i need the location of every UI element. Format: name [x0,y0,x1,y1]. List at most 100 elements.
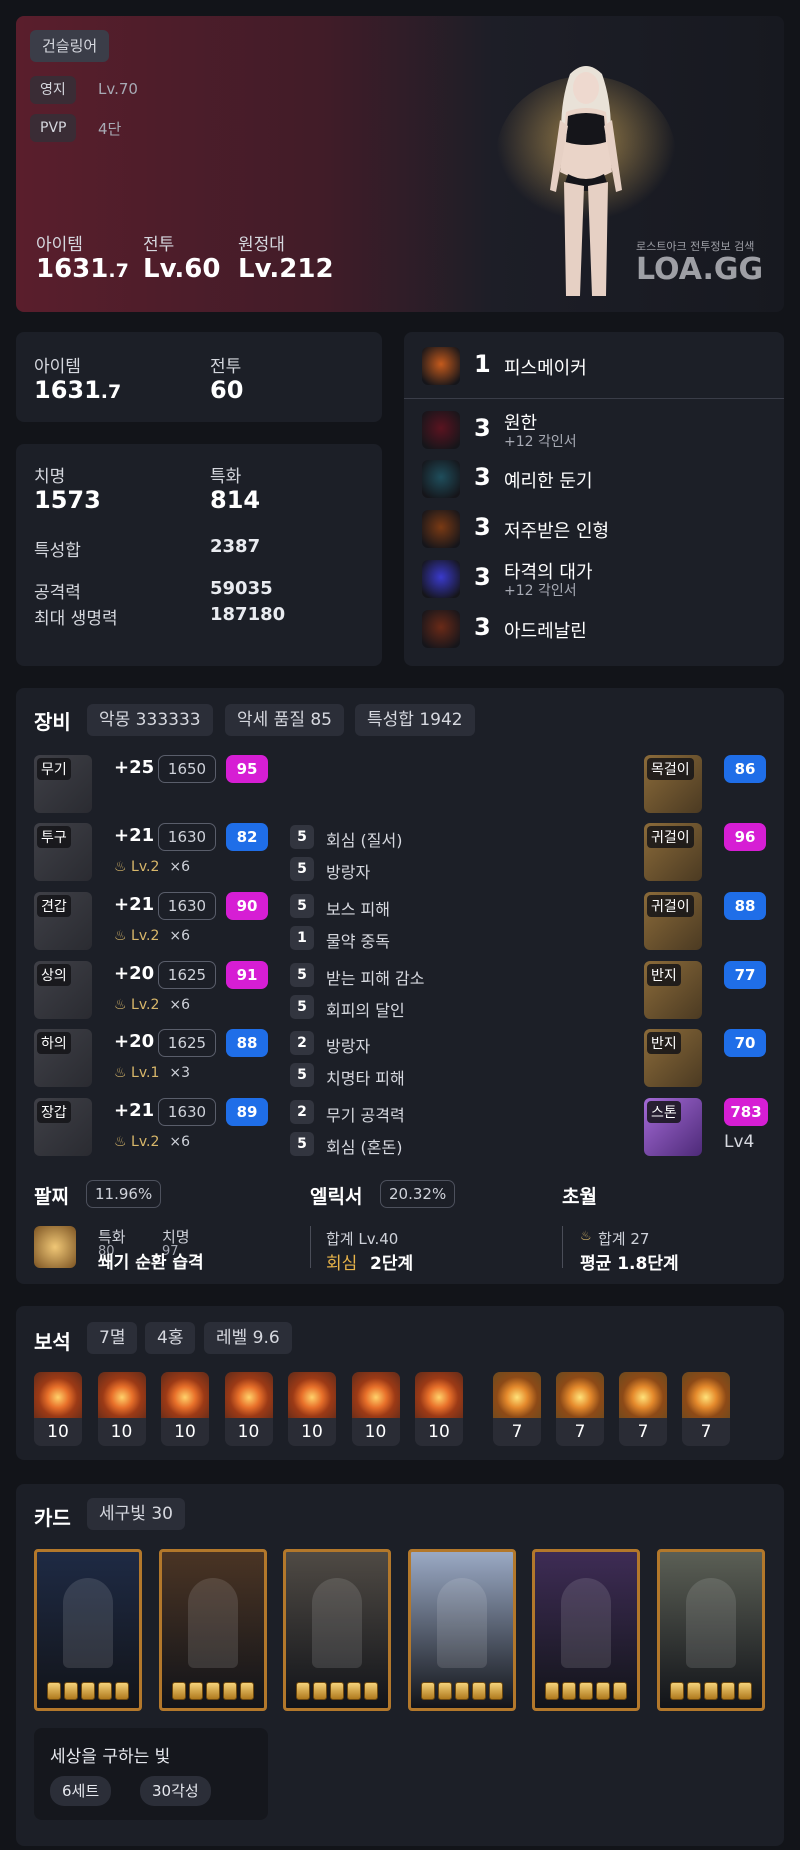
card-angel[interactable] [407,1549,516,1711]
elixir-option-level: 2 [290,1100,314,1124]
gem-chip-annihilation: 7멸 [87,1322,138,1354]
accessory-quality-badge: 86 [724,755,766,783]
gear-elixir: ♨ Lv.2 ×6 [114,928,190,944]
gear-upgrade: +21 [114,825,155,846]
elixir-option-level: 5 [290,1063,314,1087]
awaken-gem-icon [579,1682,594,1700]
card-dwarf-warrior[interactable] [158,1549,267,1711]
gear-icon-3[interactable]: 상의 [34,961,92,1019]
gear-item-level: 1625 [158,1029,216,1057]
awaken-gem-icon [296,1682,311,1700]
elixir-option-name: 받는 피해 감소 [326,969,425,988]
bracelet-title: 팔찌 [34,1186,69,1208]
awaken-gem-icon [454,1682,469,1700]
accessory-icon-0[interactable]: 목걸이 [644,755,702,813]
engraving-count[interactable]: 3 [474,414,491,442]
awaken-gem-icon [64,1682,78,1700]
gem-chip-average-level: 레벨 9.6 [204,1322,292,1354]
max-hp-label: 최대 생명력 [34,609,118,629]
accessory-icon-3[interactable]: 반지 [644,961,702,1019]
annihilation-gem-icon[interactable]: 10 [288,1372,336,1446]
engraving-name: 예리한 둔기 [504,471,593,492]
engraving-count[interactable]: 3 [474,613,491,641]
grudge-engraving-icon[interactable] [422,411,460,449]
gem-level: 10 [301,1422,323,1442]
accessory-icon-2[interactable]: 귀걸이 [644,892,702,950]
crimson-gem-icon[interactable]: 7 [556,1372,604,1446]
accessory-slot-label: 목걸이 [647,758,694,780]
engraving-count[interactable]: 3 [474,513,491,541]
card-armored-knight[interactable] [283,1549,392,1711]
gear-upgrade: +21 [114,1100,155,1121]
cursed-doll-engraving-icon[interactable] [422,510,460,548]
card-awaken-pips [660,1682,762,1700]
awaken-gem-icon [738,1682,752,1700]
accessory-slot-label: 귀걸이 [647,895,694,917]
gear-elixir: ♨ Lv.2 ×6 [114,859,190,875]
gem-image [415,1372,463,1418]
card-dark-knight[interactable] [34,1549,142,1711]
elixir-option-name: 물약 중독 [326,932,390,951]
card-awaken-pips [535,1682,637,1700]
gear-icon-5[interactable]: 장갑 [34,1098,92,1156]
awaken-gem-icon [239,1682,254,1700]
card-demon-pair[interactable] [532,1549,641,1711]
card-figure [561,1578,612,1668]
engraving-count[interactable]: 3 [474,463,491,491]
engraving-book-level: +12 각인서 [504,583,577,599]
gear-icon-0[interactable]: 무기 [34,755,92,813]
gem-chip-crimson: 4홍 [145,1322,196,1354]
gem-image [619,1372,667,1418]
stats-panel: 치명 1573 특화 814 특성합 2387 공격력 59035 최대 생명력… [16,444,382,666]
gear-icon-4[interactable]: 하의 [34,1029,92,1087]
gem-level: 10 [364,1422,387,1442]
annihilation-gem-icon[interactable]: 10 [224,1372,273,1446]
accessory-icon-5[interactable]: 스톤 [644,1098,702,1156]
accessory-slot-label: 스톤 [647,1101,681,1123]
awaken-gem-icon [205,1682,220,1700]
chip-accessory-quality: 악세 품질 85 [225,704,344,736]
bracelet-icon[interactable] [34,1226,76,1268]
character-hero-banner: 건슬링어 영지 Lv.70 PVP 4단 아이템 1631.7 전투 Lv.60… [16,16,784,312]
card-elf-mage[interactable] [657,1549,765,1711]
crimson-gem-icon[interactable]: 7 [682,1372,730,1446]
bracelet-percent: 11.96% [86,1180,162,1208]
gem-level: 10 [428,1422,450,1442]
card-awaken-pips [37,1682,139,1700]
engraving-count[interactable]: 1 [474,350,491,378]
awaken-gem-icon [98,1682,112,1700]
gear-icon-1[interactable]: 투구 [34,823,92,881]
peacemaker-engraving-icon[interactable] [422,347,460,385]
adrenaline-engraving-icon[interactable] [422,610,460,648]
keen-blunt-weapon-engraving-icon[interactable] [422,460,460,498]
elixir-option-name: 회심 (질서) [326,831,403,850]
awaken-gem-icon [488,1682,503,1700]
gear-elixir-level: Lv.2 [131,859,160,875]
elixir-percent: 20.32% [380,1180,456,1208]
flame-icon: ♨ [114,1065,132,1081]
accessory-icon-1[interactable]: 귀걸이 [644,823,702,881]
hero-combat-level: Lv.60 [143,254,221,284]
gem-level: 7 [511,1422,523,1442]
gem-image [556,1372,604,1418]
gem-image [493,1372,541,1418]
card-figure [686,1578,736,1668]
awaken-gem-icon [222,1682,237,1700]
gear-icon-2[interactable]: 견갑 [34,892,92,950]
elixir-option-level: 5 [290,1132,314,1156]
gem-level: 10 [237,1422,260,1442]
annihilation-gem-icon[interactable]: 10 [34,1372,82,1446]
annihilation-gem-icon[interactable]: 10 [161,1372,209,1446]
hit-master-engraving-icon[interactable] [422,560,460,598]
crimson-gem-icon[interactable]: 7 [619,1372,667,1446]
transcend-divider [562,1226,563,1268]
crimson-gem-icon[interactable]: 7 [493,1372,541,1446]
annihilation-gem-icon[interactable]: 10 [351,1372,400,1446]
engraving-count[interactable]: 3 [474,563,491,591]
awaken-gem-icon [687,1682,701,1700]
accessory-icon-4[interactable]: 반지 [644,1029,702,1087]
elixir-option-name: 회피의 달인 [326,1001,405,1020]
annihilation-gem-icon[interactable]: 10 [415,1372,463,1446]
awaken-gem-icon [545,1682,560,1700]
annihilation-gem-icon[interactable]: 10 [97,1372,146,1446]
